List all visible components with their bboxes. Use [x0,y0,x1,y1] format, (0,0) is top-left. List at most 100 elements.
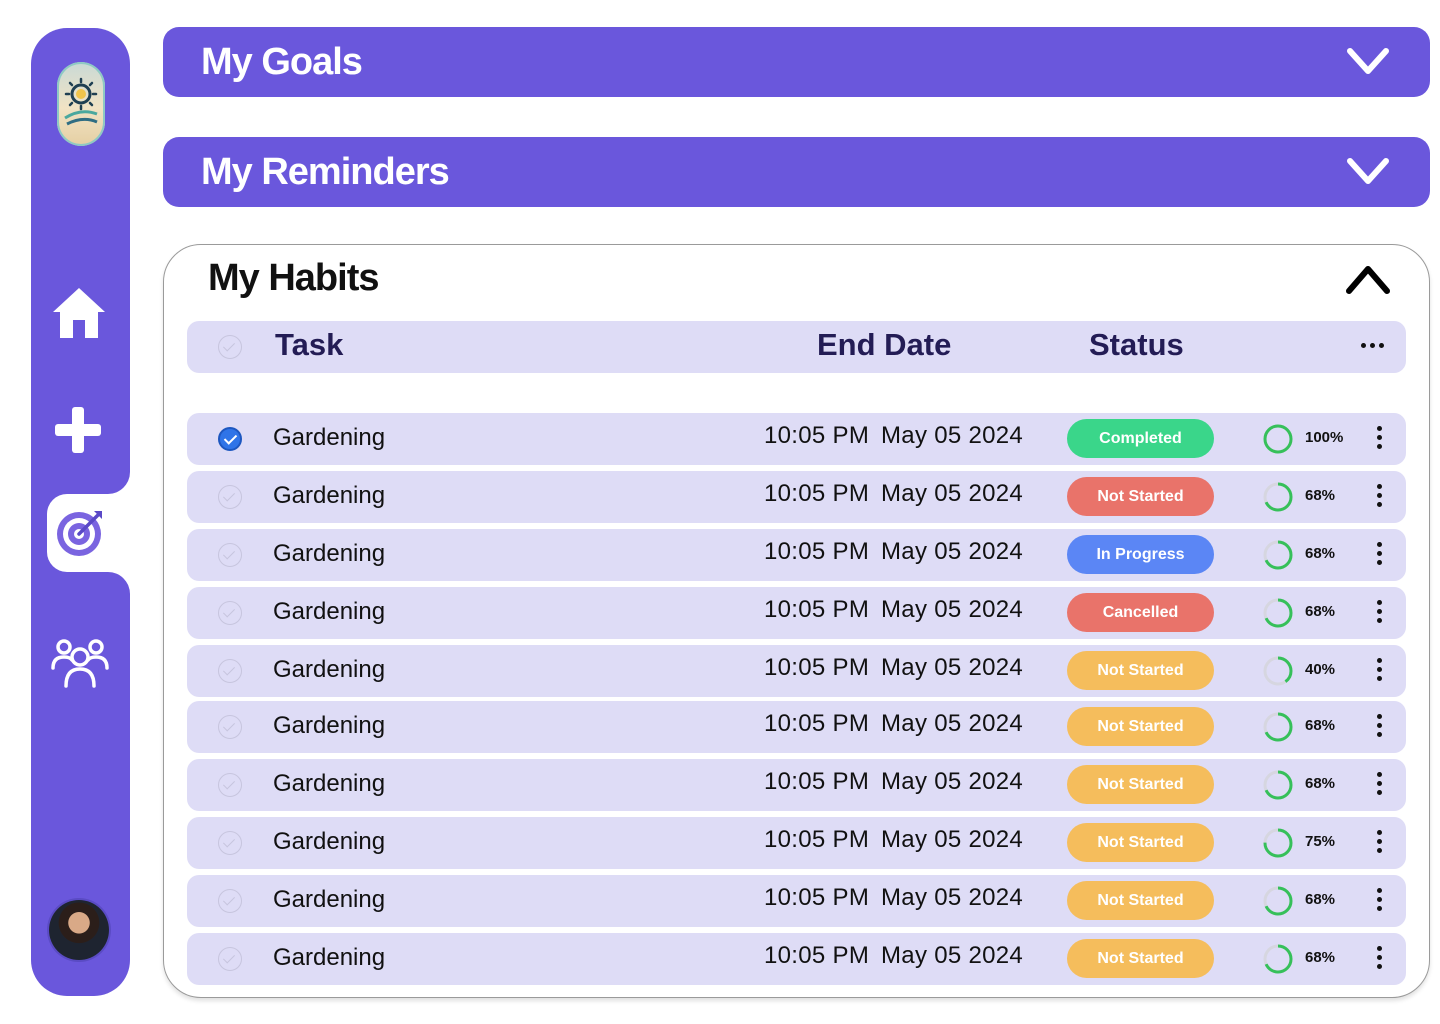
progress-ring [1263,482,1293,512]
row-menu-icon[interactable] [1377,888,1382,911]
end-date: May 05 2024 [881,826,1024,853]
row-checkbox[interactable] [218,715,242,739]
end-time: 10:05 PM [764,942,870,969]
table-row[interactable]: Gardening 10:05 PM May 05 2024 Not Started 6… [187,759,1406,811]
task-name: Gardening [273,598,386,625]
progress-percent: 68% [1305,949,1336,966]
task-name: Gardening [273,944,386,971]
chevron-down-icon[interactable] [1346,153,1390,189]
status-badge[interactable]: Not Started [1067,823,1214,862]
row-checkbox[interactable] [218,601,242,625]
goals-title: My Goals [201,41,363,83]
table-row[interactable]: Gardening 10:05 PM May 05 2024 Not Started 6… [187,471,1406,523]
table-row[interactable]: Gardening 10:05 PM May 05 2024 Not Started 6… [187,701,1406,753]
table-header: Task End Date Status [187,321,1406,373]
row-checkbox[interactable] [218,427,242,451]
status-badge[interactable]: Cancelled [1067,593,1214,632]
table-row[interactable]: Gardening 10:05 PM May 05 2024 Not Started 4… [187,645,1406,697]
row-menu-icon[interactable] [1377,714,1382,737]
task-name: Gardening [273,656,386,683]
row-checkbox[interactable] [218,889,242,913]
row-checkbox[interactable] [218,773,242,797]
progress-ring-fill [1263,424,1293,454]
row-checkbox[interactable] [218,947,242,971]
end-time: 10:05 PM [764,826,870,853]
end-date: May 05 2024 [881,942,1024,969]
row-checkbox[interactable] [218,659,242,683]
progress-ring [1263,540,1293,570]
home-icon[interactable] [49,284,109,342]
column-header-end-date[interactable]: End Date [817,327,951,363]
end-time: 10:05 PM [764,538,870,565]
table-row[interactable]: Gardening 10:05 PM May 05 2024 Not Started 6… [187,933,1406,985]
column-header-task[interactable]: Task [275,327,343,363]
task-name: Gardening [273,540,386,567]
progress-ring [1263,944,1293,974]
reminders-accordion[interactable]: My Reminders [163,137,1430,207]
progress-percent: 68% [1305,717,1336,734]
task-name: Gardening [273,828,386,855]
end-date: May 05 2024 [881,596,1024,623]
progress-ring [1263,656,1293,686]
end-time: 10:05 PM [764,596,870,623]
status-badge[interactable]: Not Started [1067,881,1214,920]
people-icon[interactable] [50,632,110,690]
chevron-down-icon[interactable] [1346,43,1390,79]
end-date: May 05 2024 [881,710,1024,737]
row-menu-icon[interactable] [1377,542,1382,565]
end-date: May 05 2024 [881,768,1024,795]
table-row[interactable]: Gardening 10:05 PM May 05 2024 Completed 100… [187,413,1406,465]
task-name: Gardening [273,886,386,913]
column-header-status[interactable]: Status [1089,327,1184,363]
row-menu-icon[interactable] [1377,484,1382,507]
progress-ring [1263,598,1293,628]
task-name: Gardening [273,770,386,797]
status-badge[interactable]: Not Started [1067,707,1214,746]
progress-ring [1263,424,1293,454]
table-row[interactable]: Gardening 10:05 PM May 05 2024 In Progress 6… [187,529,1406,581]
progress-percent: 40% [1305,661,1336,678]
chevron-up-icon[interactable] [1345,261,1391,297]
habits-title: My Habits [208,257,379,299]
end-date: May 05 2024 [881,884,1024,911]
end-date: May 05 2024 [881,480,1024,507]
user-avatar[interactable] [49,900,109,960]
row-checkbox[interactable] [218,485,242,509]
table-row[interactable]: Gardening 10:05 PM May 05 2024 Not Started 7… [187,817,1406,869]
row-menu-icon[interactable] [1377,600,1382,623]
status-badge[interactable]: In Progress [1067,535,1214,574]
reminders-title: My Reminders [201,151,450,193]
status-badge[interactable]: Not Started [1067,477,1214,516]
end-date: May 05 2024 [881,422,1024,449]
end-date: May 05 2024 [881,654,1024,681]
end-time: 10:05 PM [764,654,870,681]
end-date: May 05 2024 [881,538,1024,565]
row-menu-icon[interactable] [1377,946,1382,969]
target-icon[interactable] [54,505,108,559]
row-menu-icon[interactable] [1377,658,1382,681]
progress-percent: 68% [1305,775,1336,792]
table-row[interactable]: Gardening 10:05 PM May 05 2024 Not Started 6… [187,875,1406,927]
progress-ring [1263,828,1293,858]
end-time: 10:05 PM [764,422,870,449]
row-menu-icon[interactable] [1377,830,1382,853]
row-menu-icon[interactable] [1377,426,1382,449]
progress-percent: 68% [1305,487,1336,504]
row-menu-icon[interactable] [1377,772,1382,795]
status-badge[interactable]: Completed [1067,419,1214,458]
row-checkbox[interactable] [218,831,242,855]
select-all-checkbox[interactable] [218,335,242,359]
progress-ring [1263,886,1293,916]
plus-icon[interactable] [53,405,103,455]
goals-accordion[interactable]: My Goals [163,27,1430,97]
progress-ring [1263,712,1293,742]
end-time: 10:05 PM [764,768,870,795]
status-badge[interactable]: Not Started [1067,651,1214,690]
row-checkbox[interactable] [218,543,242,567]
status-badge[interactable]: Not Started [1067,939,1214,978]
table-row[interactable]: Gardening 10:05 PM May 05 2024 Cancelled 68% [187,587,1406,639]
status-badge[interactable]: Not Started [1067,765,1214,804]
more-options-icon[interactable] [1361,343,1384,348]
end-time: 10:05 PM [764,480,870,507]
task-name: Gardening [273,424,386,451]
